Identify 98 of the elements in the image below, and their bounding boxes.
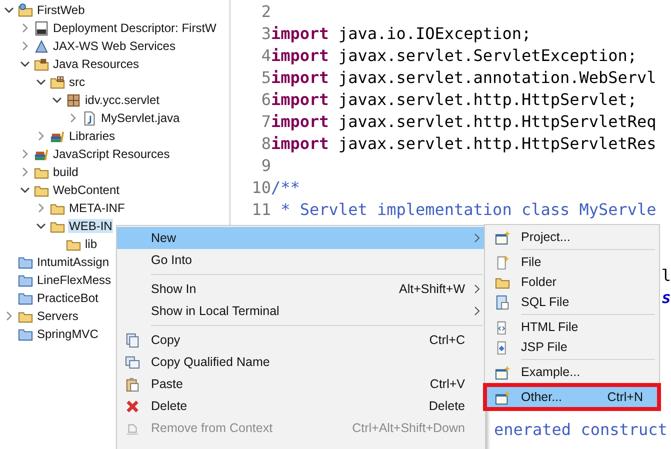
expand-chevron-icon[interactable] (20, 167, 30, 177)
menu-item[interactable]: HTML File (487, 317, 657, 337)
code-keyword: import (271, 133, 329, 155)
expand-chevron-icon[interactable] (36, 203, 46, 213)
code-keyword: import (271, 23, 329, 45)
expand-chevron-icon[interactable] (20, 23, 30, 33)
tree-item[interactable]: src (68, 75, 86, 89)
line-number: 9 (260, 155, 271, 177)
copy-icon (125, 332, 140, 348)
line-number: 4 (260, 45, 271, 67)
collapse-chevron-icon[interactable] (4, 5, 14, 15)
tree-item[interactable]: PracticeBot (36, 291, 100, 305)
tree-item[interactable]: FirstWeb (36, 3, 86, 17)
code-comment: enerated construct (494, 419, 668, 441)
menu-item[interactable]: Show in Local Terminal (117, 300, 485, 322)
menu-item[interactable]: Other... Ctrl+N (487, 387, 657, 407)
code-text: s (661, 287, 671, 309)
menu-item[interactable]: Copy Ctrl+C (117, 329, 485, 351)
wizard-icon (495, 390, 510, 404)
line-number: 6 (260, 89, 271, 111)
tree-item[interactable]: WEB-IN (68, 219, 114, 233)
triangle-icon (34, 38, 49, 54)
line-number: 3 (260, 23, 271, 45)
code-text: javax.servlet.annotation.WebServl (337, 67, 656, 89)
code-keyword: import (271, 89, 329, 111)
code-keyword: import (271, 45, 329, 67)
menu-item[interactable]: Paste Ctrl+V (117, 373, 485, 395)
tree-item[interactable]: JAX-WS Web Services (52, 39, 176, 53)
menu-item[interactable]: Show In Alt+Shift+W (117, 278, 485, 300)
tree-item[interactable]: SpringMVC (36, 327, 100, 341)
code-text: javax.servlet.ServletException; (337, 45, 638, 67)
folder-icon (18, 254, 33, 270)
code-text: l (661, 265, 671, 287)
tree-item[interactable]: Deployment Descriptor: FirstW (52, 21, 218, 35)
expand-chevron-icon[interactable] (68, 113, 78, 123)
wizard-icon (495, 364, 510, 380)
folder-icon (18, 290, 33, 306)
tree-item[interactable]: WebContent (52, 183, 120, 197)
tree-item[interactable]: Servers (36, 309, 80, 323)
code-keyword: import (271, 111, 329, 133)
tree-item[interactable]: build (52, 165, 80, 179)
folder-icon (34, 56, 49, 72)
expand-chevron-icon[interactable] (20, 149, 30, 159)
menu-item[interactable]: New (117, 227, 485, 249)
code-text: javax.servlet.http.HttpServletRes (337, 133, 656, 155)
books-icon (50, 128, 65, 144)
menu-item[interactable]: Copy Qualified Name (117, 351, 485, 373)
clipboard-icon (125, 376, 140, 392)
code-comment: * Servlet implementation class MyServle (280, 199, 656, 221)
tree-item[interactable]: LineFlexMess (36, 273, 112, 287)
package-icon (66, 92, 81, 108)
tree-item[interactable]: Java Resources (52, 57, 140, 71)
collapse-chevron-icon[interactable] (52, 95, 62, 105)
collapse-chevron-icon[interactable] (20, 59, 30, 69)
menu-item[interactable]: Example... (487, 362, 657, 382)
collapse-chevron-icon[interactable] (20, 185, 30, 195)
tree-item[interactable]: MyServlet.java (100, 111, 181, 125)
folder-icon (18, 2, 33, 18)
tree-item[interactable]: idv.ycc.servlet (84, 93, 160, 107)
menu-item[interactable]: Delete Delete (117, 395, 485, 417)
folder-icon (18, 272, 33, 288)
delete-icon (125, 398, 140, 414)
copy-icon (125, 354, 140, 370)
collapse-chevron-icon[interactable] (36, 77, 46, 87)
line-number: 11 (250, 199, 271, 221)
collapse-chevron-icon[interactable] (36, 221, 46, 231)
menu-item[interactable]: Go Into (117, 249, 485, 271)
menu-item[interactable]: JSP File (487, 337, 657, 357)
folder-icon (50, 74, 65, 90)
menu-item[interactable]: SQL File (487, 292, 657, 312)
code-keyword: import (271, 67, 329, 89)
books-icon (34, 146, 49, 162)
line-number: 2 (260, 1, 271, 23)
expand-chevron-icon[interactable] (36, 131, 46, 141)
code-text: java.io.IOException; (337, 23, 532, 45)
line-number: 8 (260, 133, 271, 155)
tree-item[interactable]: JavaScript Resources (52, 147, 171, 161)
line-number: 5 (260, 67, 271, 89)
tree-item[interactable]: META-INF (68, 201, 126, 215)
wizard-icon (495, 230, 510, 244)
code-comment: /** (271, 177, 300, 199)
tree-item[interactable]: Libraries (68, 129, 116, 143)
expand-chevron-icon[interactable] (4, 311, 14, 321)
code-text: javax.servlet.http.HttpServlet; (337, 89, 638, 111)
menu-item[interactable]: File (487, 252, 657, 272)
menu-item[interactable]: Project... (487, 227, 657, 247)
expand-chevron-icon[interactable] (20, 41, 30, 51)
tree-item[interactable]: lib (84, 237, 98, 251)
folder-icon (18, 326, 33, 342)
database-file-icon (495, 294, 510, 310)
line-number: 7 (260, 111, 271, 133)
tree-item[interactable]: IntumitAssign (36, 255, 110, 269)
code-text: javax.servlet.http.HttpServletReq (337, 111, 656, 133)
document-icon (82, 110, 97, 126)
line-number: 10 (250, 177, 271, 199)
document-icon (34, 20, 49, 36)
menu-item[interactable]: Folder (487, 272, 657, 292)
file-icon (495, 254, 510, 270)
